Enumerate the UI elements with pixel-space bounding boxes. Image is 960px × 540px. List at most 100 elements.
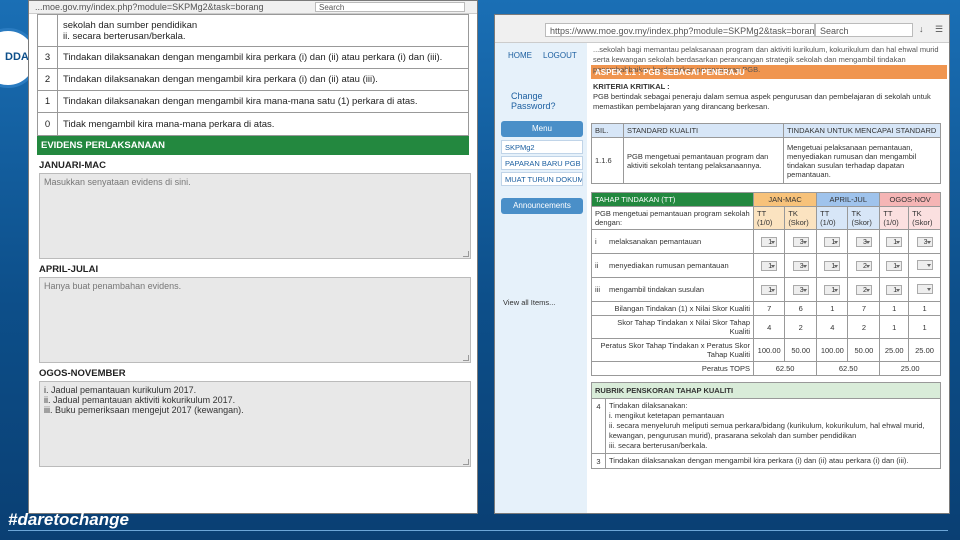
address-bar[interactable]: ...moe.gov.my/index.php?module=SKPMg2&ta…: [29, 1, 477, 14]
resize-handle[interactable]: [463, 459, 469, 465]
section-label: OGOS-NOVEMBER: [39, 368, 126, 379]
right-browser-window: 🔒 https://www.moe.gov.my/index.php?modul…: [494, 14, 950, 514]
search-input[interactable]: Search: [815, 23, 913, 37]
score-select[interactable]: 3: [792, 260, 809, 271]
intro-text: ...sekolah bagi memantau pelaksanaan pro…: [593, 45, 939, 74]
sidebar-item-paparan[interactable]: PAPARAN BARU PGB: [501, 156, 583, 170]
evidence-textarea[interactable]: Hanya buat penambahan evidens.: [39, 277, 471, 363]
evidence-textarea[interactable]: i. Jadual pemantauan kurikulum 2017. ii. …: [39, 381, 471, 467]
view-all-link[interactable]: View all Items...: [503, 298, 555, 307]
score-select[interactable]: 1: [824, 260, 841, 271]
table-row: sekolah dan sumber pendidikan ii. secara …: [38, 15, 468, 47]
score-cell: 3: [784, 229, 818, 254]
rubric-table: sekolah dan sumber pendidikan ii. secara …: [37, 14, 469, 136]
score-select[interactable]: 3: [916, 236, 933, 247]
summary-value: 2: [784, 315, 818, 339]
browser-toolbar: 🔒 https://www.moe.gov.my/index.php?modul…: [495, 15, 949, 43]
score-cell: 1: [752, 253, 786, 278]
score-select[interactable]: 1: [761, 284, 778, 295]
score-cell: 3: [784, 253, 818, 278]
summary-value: 25.00: [908, 338, 941, 362]
score-select[interactable]: 1: [761, 260, 778, 271]
score-cell: [908, 253, 941, 278]
score-select[interactable]: [916, 283, 933, 294]
row-number: 3: [38, 47, 58, 68]
percent-value: 62.50: [816, 361, 881, 376]
evidence-textarea[interactable]: Masukkan senyataan evidens di sini.: [39, 173, 471, 259]
action-level-table: TAHAP TINDAKAN (TT) JAN-MAC APRIL-JUL OG…: [591, 192, 941, 376]
score-select[interactable]: 3: [792, 284, 809, 295]
summary-value: 4: [816, 315, 849, 339]
col-header: TINDAKAN UNTUK MENCAPAI STANDARD: [783, 123, 941, 138]
rubric-number: 4: [592, 399, 606, 453]
criteria-text: PGB bertindak sebagai peneraju dalam sem…: [593, 92, 931, 111]
action-item: ii menyediakan rumusan pemantauan: [591, 253, 754, 278]
score-cell: [908, 277, 941, 302]
score-select[interactable]: 3: [855, 236, 872, 247]
score-select[interactable]: 1: [824, 236, 841, 247]
summary-value: 50.00: [847, 338, 881, 362]
rubric-number: 3: [592, 454, 606, 468]
subcol-header: TK (Skor): [908, 206, 941, 230]
download-icon[interactable]: ↓: [919, 24, 924, 34]
summary-row: Bilangan Tindakan (1) x Nilai Skor Kuali…: [591, 301, 941, 316]
period-header: OGOS-NOV: [879, 192, 941, 207]
score-select[interactable]: 1: [886, 260, 903, 271]
action-item: iii mengambil tindakan susulan: [591, 277, 754, 302]
score-select[interactable]: 1: [761, 236, 778, 247]
criteria-label: KRITERIA KRITIKAL :: [593, 82, 670, 91]
summary-row: Skor Tahap Tindakan x Nilai Skor Tahap K…: [591, 315, 941, 339]
rubric-text: Tindakan dilaksanakan: i. mengikut keteta…: [609, 401, 925, 450]
score-select[interactable]: 3: [792, 236, 809, 247]
aspect-title: ASPEK 1.1 : PGB SEBAGAI PENERAJU: [591, 65, 947, 79]
score-select[interactable]: 1: [886, 236, 903, 247]
percent-label: Peratus TOPS: [591, 361, 754, 376]
logout-button[interactable]: LOGOUT: [543, 51, 577, 60]
rubric-text: Tindakan dilaksanakan dengan mengambil k…: [609, 456, 909, 465]
col-header: BIL.: [591, 123, 624, 138]
score-select[interactable]: [916, 259, 933, 270]
search-input[interactable]: Search: [315, 2, 465, 12]
summary-value: 50.00: [784, 338, 818, 362]
score-select[interactable]: 2: [855, 260, 872, 271]
address-url[interactable]: ...moe.gov.my/index.php?module=SKPMg2&ta…: [35, 2, 263, 12]
sidebar-item-muat-turun[interactable]: MUAT TURUN DOKUMEN: [501, 172, 583, 186]
row-text: Tindakan dilaksanakan dengan mengambil k…: [63, 52, 443, 63]
sidebar-item-skpm[interactable]: SKPMg2: [501, 140, 583, 154]
evidence-section-ogos-nov: OGOS-NOVEMBER i. Jadual pemantauan kurik…: [37, 368, 471, 467]
row-number: 0: [38, 113, 58, 135]
table-row: 1 Tindakan dilaksanakan dengan mengambil…: [38, 91, 468, 113]
sub-label: PGB mengetuai pemantauan program sekolah…: [591, 206, 754, 230]
row-number: 1: [38, 91, 58, 112]
criteria-block: KRITERIA KRITIKAL : PGB bertindak sebaga…: [591, 79, 947, 123]
score-select[interactable]: 2: [855, 284, 872, 295]
logo-text: DDA: [5, 51, 29, 63]
resize-handle[interactable]: [463, 355, 469, 361]
main-content: ...sekolah bagi memantau pelaksanaan pro…: [591, 43, 947, 513]
score-cell: 1: [752, 229, 786, 254]
home-button[interactable]: HOME: [505, 51, 535, 60]
address-url[interactable]: https://www.moe.gov.my/index.php?module=…: [545, 23, 815, 37]
subcol-header: TT (1/0): [879, 206, 910, 230]
menu-icon[interactable]: ☰: [935, 24, 943, 35]
slide-tagline: #daretochange: [8, 510, 129, 529]
score-cell: 2: [847, 253, 881, 278]
summary-label: Skor Tahap Tindakan x Nilai Skor Tahap K…: [591, 315, 754, 339]
summary-value: 4: [752, 315, 786, 339]
score-cell: 1: [879, 277, 910, 302]
score-select[interactable]: 1: [824, 284, 841, 295]
change-password-link[interactable]: Change Password?: [511, 91, 587, 111]
score-cell: 3: [908, 229, 941, 254]
score-cell: 1: [816, 277, 849, 302]
score-select[interactable]: 1: [886, 284, 903, 295]
summary-value: 25.00: [879, 338, 910, 362]
table-row: 3 Tindakan dilaksanakan dengan mengambil…: [38, 47, 468, 69]
action-row: ii menyediakan rumusan pemantauan 1 3 1 2 1: [591, 253, 941, 278]
table-row: 0 Tidak mengambil kira mana-mana perkara…: [38, 113, 468, 135]
summary-value: 1: [908, 301, 941, 316]
summary-value: 1: [879, 301, 910, 316]
row-text: sekolah dan sumber pendidikan ii. secara …: [63, 19, 198, 42]
section-label: JANUARI-MAC: [39, 160, 107, 171]
resize-handle[interactable]: [463, 251, 469, 257]
rubric-row: 4 Tindakan dilaksanakan: i. mengikut kete…: [591, 399, 941, 454]
